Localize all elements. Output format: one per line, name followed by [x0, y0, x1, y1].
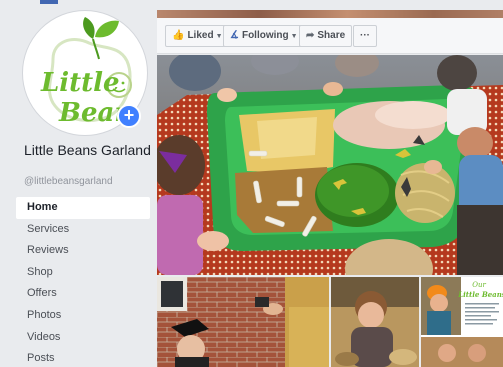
action-toolbar: 👍 Liked ▼ ∡ Following ▼ ➦ Share ··· — [157, 18, 503, 54]
sensory-play-photo — [157, 55, 503, 275]
more-options-button[interactable]: ··· — [353, 25, 377, 47]
chevron-down-icon: ▼ — [290, 33, 298, 40]
liked-button[interactable]: 👍 Liked ▼ — [165, 25, 230, 47]
featured-photo[interactable] — [157, 55, 503, 275]
nav-item-home[interactable]: Home — [16, 197, 150, 219]
photo-thumbnails: Our Little Beans — [157, 277, 503, 367]
photo-thumb-sandpit[interactable] — [331, 277, 419, 367]
nav-item-photos[interactable]: Photos — [16, 305, 150, 327]
nav-item-reviews[interactable]: Reviews — [16, 240, 150, 262]
page-username[interactable]: @littlebeansgarland — [24, 176, 113, 187]
main-content: 👍 Liked ▼ ∡ Following ▼ ➦ Share ··· Our … — [157, 0, 503, 367]
thumbs-up-icon: 👍 — [172, 30, 185, 41]
chevron-down-icon: ▼ — [215, 33, 223, 40]
nav-item-shop[interactable]: Shop — [16, 262, 150, 284]
nursery-flyer-photo: Our Little Beans — [421, 277, 503, 367]
nav-item-services[interactable]: Services — [16, 219, 150, 241]
nav-item-posts[interactable]: Posts — [16, 348, 150, 367]
share-arrow-icon: ➦ — [306, 30, 315, 41]
facebook-page: Little Beans + Little Beans Garland @lit… — [0, 0, 503, 367]
dressup-photo — [157, 277, 329, 367]
photo-thumb-flyer[interactable]: Our Little Beans — [421, 277, 503, 367]
svg-text:Little Beans: Little Beans — [457, 290, 503, 299]
following-button[interactable]: ∡ Following ▼ — [223, 25, 305, 47]
svg-text:Little: Little — [40, 68, 120, 98]
cover-photo-strip[interactable] — [157, 10, 503, 18]
left-sidebar: Little Beans + Little Beans Garland @lit… — [0, 0, 157, 367]
share-button[interactable]: ➦ Share — [299, 25, 353, 47]
page-nav: Home Services Reviews Shop Offers Photos… — [16, 197, 150, 367]
toddler-sandpit-photo — [331, 277, 419, 367]
add-photo-icon[interactable]: + — [117, 104, 141, 128]
rss-icon: ∡ — [230, 30, 239, 41]
photo-thumb-brick-wall[interactable] — [157, 277, 329, 367]
page-title: Little Beans Garland — [24, 142, 151, 158]
header-accent — [40, 0, 58, 4]
nav-item-offers[interactable]: Offers — [16, 283, 150, 305]
svg-text:Our: Our — [472, 281, 486, 289]
nav-item-videos[interactable]: Videos — [16, 327, 150, 349]
